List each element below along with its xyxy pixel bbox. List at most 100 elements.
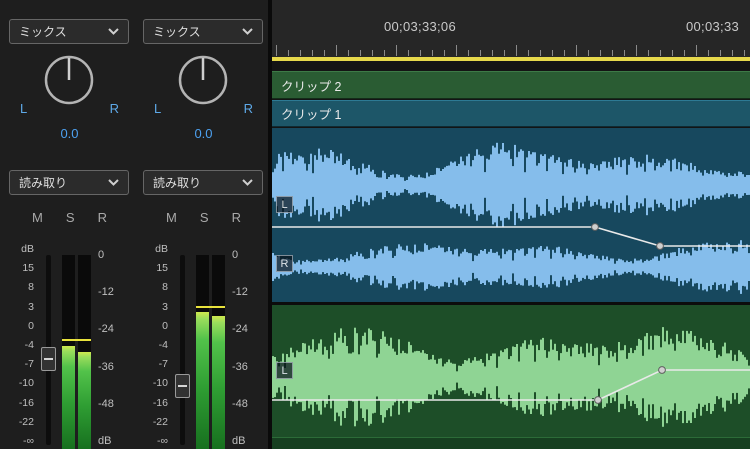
time-ruler[interactable]: 00;03;33;06 00;03;33: [272, 0, 750, 57]
record-button[interactable]: R: [232, 210, 241, 225]
audio-track-1[interactable]: L R: [272, 128, 750, 302]
chevron-down-icon: [108, 28, 119, 35]
chevron-down-icon: [108, 179, 119, 186]
volume-fader-handle[interactable]: [175, 374, 190, 398]
scale-label: 0: [98, 249, 104, 261]
waveform-and-volume-keyframes[interactable]: [272, 128, 750, 302]
preset-dropdown-label: ミックス: [153, 23, 201, 40]
scale-label: 0: [162, 320, 168, 332]
scale-label: -10: [153, 377, 168, 389]
ruler-tick: [612, 50, 613, 56]
timecode-label: 00;03;33: [686, 19, 739, 34]
scale-label: -36: [232, 361, 248, 373]
waveform-and-volume-keyframes[interactable]: [272, 305, 750, 437]
ruler-tick: [372, 50, 373, 56]
scale-label: -24: [98, 323, 114, 335]
scale-label: 8: [28, 281, 34, 293]
ruler-tick: [576, 45, 577, 56]
ruler-tick: [528, 50, 529, 56]
ruler-tick: [288, 50, 289, 56]
ruler-tick: [696, 45, 697, 56]
next-clip-edge[interactable]: [272, 437, 750, 449]
pan-right-label: R: [110, 101, 119, 116]
ruler-tick: [660, 50, 661, 56]
ruler-tick: [456, 45, 457, 56]
pan-knob[interactable]: [173, 50, 233, 110]
ruler-tick: [336, 45, 337, 56]
ruler-tick: [648, 50, 649, 56]
meter-block: dB15830-4-7-10-16-22-∞ 0-12-24-36-48dB: [6, 241, 133, 449]
record-button[interactable]: R: [98, 210, 107, 225]
scale-label: -7: [25, 358, 34, 370]
ruler-tick: [360, 50, 361, 56]
ruler-tick: [672, 50, 673, 56]
meter-bar-left: [196, 255, 209, 449]
scale-label: -4: [25, 339, 34, 351]
audio-track-2[interactable]: L: [272, 305, 750, 437]
scale-label: 8: [162, 281, 168, 293]
channel-strip-2: ミックス L R 0.0 読み取り M S R dB15830-4-7-10-1…: [140, 0, 267, 449]
scale-label: 0: [28, 320, 34, 332]
pan-left-label: L: [20, 101, 27, 116]
peak-indicator: [62, 339, 91, 341]
meter-bar-right: [212, 255, 225, 449]
volume-fader-track[interactable]: [180, 255, 185, 445]
automation-mode-dropdown[interactable]: 読み取り: [9, 170, 129, 195]
mute-button[interactable]: M: [32, 210, 43, 225]
scale-label: 15: [22, 262, 34, 274]
ruler-tick: [564, 50, 565, 56]
volume-fader-handle[interactable]: [41, 347, 56, 371]
db-fader-scale: dB15830-4-7-10-16-22-∞: [8, 243, 36, 447]
ruler-tick: [300, 50, 301, 56]
solo-button[interactable]: S: [200, 210, 209, 225]
mute-button[interactable]: M: [166, 210, 177, 225]
solo-button[interactable]: S: [66, 210, 75, 225]
ruler-tick: [480, 50, 481, 56]
channel-strip-1: ミックス L R 0.0 読み取り M S R dB15830-4-7-10-1…: [6, 0, 133, 449]
scale-label: -36: [98, 361, 114, 373]
ruler-tick: [720, 50, 721, 56]
peak-indicator: [196, 306, 225, 308]
volume-fader-track[interactable]: [46, 255, 51, 445]
ruler-tick: [312, 50, 313, 56]
scale-label: 3: [28, 301, 34, 313]
automation-mode-dropdown[interactable]: 読み取り: [143, 170, 263, 195]
ruler-tick: [396, 45, 397, 56]
ruler-tick: [384, 50, 385, 56]
ruler-tick: [708, 50, 709, 56]
preset-dropdown[interactable]: ミックス: [9, 19, 129, 44]
ruler-tick: [444, 50, 445, 56]
ruler-tick: [492, 50, 493, 56]
pan-value[interactable]: 0.0: [140, 126, 267, 141]
ruler-tick: [624, 50, 625, 56]
channel-badge: L: [276, 362, 293, 379]
meter-db-scale: 0-12-24-36-48dB: [98, 249, 128, 447]
ruler-tick: [348, 50, 349, 56]
db-fader-scale: dB15830-4-7-10-16-22-∞: [142, 243, 170, 447]
scale-label: -48: [232, 398, 248, 410]
meter-db-scale: 0-12-24-36-48dB: [232, 249, 262, 447]
scale-label: -22: [19, 416, 34, 428]
scale-label: -4: [159, 339, 168, 351]
track-buttons: M S R: [6, 210, 133, 225]
ruler-tick: [276, 45, 277, 56]
ruler-tick: [504, 50, 505, 56]
preset-dropdown[interactable]: ミックス: [143, 19, 263, 44]
pan-knob[interactable]: [39, 50, 99, 110]
clip-label-bar-2[interactable]: クリップ 2: [272, 71, 750, 99]
ruler-tick: [468, 50, 469, 56]
scale-label: dB: [155, 243, 168, 255]
level-meter: [62, 255, 91, 449]
scale-label: -7: [159, 358, 168, 370]
scale-label: dB: [232, 435, 245, 447]
scale-label: -∞: [157, 435, 168, 447]
clip-label-bar-1[interactable]: クリップ 1: [272, 100, 750, 127]
scale-label: -10: [19, 377, 34, 389]
ruler-tick: [684, 50, 685, 56]
ruler-tick: [432, 50, 433, 56]
meter-fill-right: [212, 316, 225, 449]
pan-value[interactable]: 0.0: [6, 126, 133, 141]
meter-bar-left: [62, 255, 75, 449]
pan-right-label: R: [244, 101, 253, 116]
chevron-down-icon: [242, 28, 253, 35]
